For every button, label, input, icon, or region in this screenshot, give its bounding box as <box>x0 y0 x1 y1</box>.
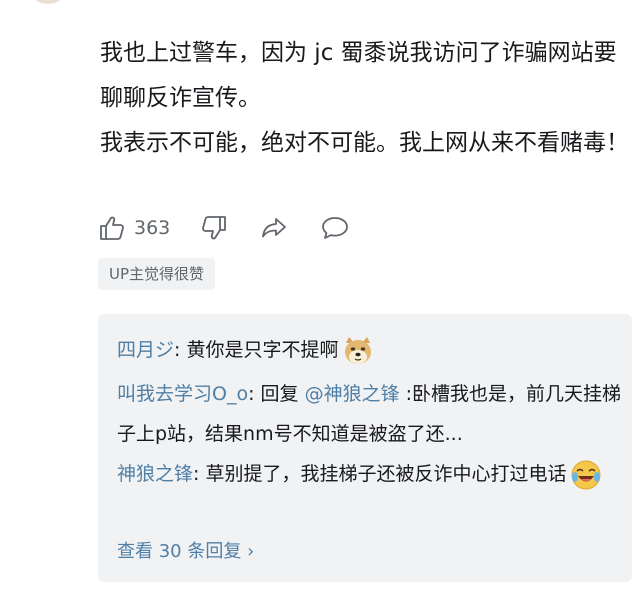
separator: : <box>174 339 187 361</box>
mention-link[interactable]: @神狼之锋 <box>305 383 400 405</box>
comment-paragraph: 我也上过警车，因为 jc 蜀黍说我访问了诈骗网站要聊聊反诈宣传。 <box>100 40 617 111</box>
comment-bubble-icon <box>322 217 349 239</box>
separator: : <box>248 383 261 405</box>
up-liked-badge: UP主觉得很赞 <box>98 258 216 290</box>
reply-username[interactable]: 四月ジ <box>117 339 174 361</box>
share-button[interactable] <box>259 214 289 242</box>
reply-username[interactable]: 神狼之锋 <box>117 463 193 485</box>
laugh-cry-emoji-icon <box>571 460 601 489</box>
reply-prefix: 回复 <box>260 383 305 405</box>
comment-text: 我也上过警车，因为 jc 蜀黍说我访问了诈骗网站要聊聊反诈宣传。 我表示不可能，… <box>100 31 630 166</box>
like-count: 363 <box>134 217 171 239</box>
like-button[interactable]: 363 <box>98 214 170 242</box>
comment-paragraph: 我表示不可能，绝对不可能。我上网从来不看赌毒！ <box>100 130 629 156</box>
reply-username[interactable]: 叫我去学习O_o <box>117 383 248 405</box>
separator: : <box>193 463 206 485</box>
doge-emoji-icon <box>345 336 372 364</box>
reply-button[interactable] <box>320 214 350 242</box>
list-item[interactable]: 神狼之锋: 草别提了，我挂梯子还被反诈中心打过电话 <box>117 454 627 494</box>
dislike-button[interactable] <box>200 214 228 242</box>
share-icon <box>262 218 287 238</box>
reply-preview[interactable]: 四月ジ: 黄你是只字不提啊 叫我去学习O_o: 回复 @神狼之锋 :卧槽我也是，… <box>98 314 632 582</box>
thumbs-up-icon <box>100 216 124 240</box>
reply-text: 黄你是只字不提啊 <box>186 339 339 361</box>
view-more-replies-link[interactable]: 查看 30 条回复 › <box>117 538 254 566</box>
comment-actions: 363 <box>98 210 350 246</box>
reply-text: 草别提了，我挂梯子还被反诈中心打过电话 <box>205 463 567 485</box>
list-item[interactable]: 叫我去学习O_o: 回复 @神狼之锋 :卧槽我也是，前几天挂梯子上p站，结果nm… <box>117 374 627 454</box>
comment-page: 我也上过警车，因为 jc 蜀黍说我访问了诈骗网站要聊聊反诈宣传。 我表示不可能，… <box>0 0 640 594</box>
list-item[interactable]: 四月ジ: 黄你是只字不提啊 <box>117 330 627 370</box>
thumbs-down-icon <box>202 216 227 240</box>
avatar[interactable] <box>30 0 66 4</box>
